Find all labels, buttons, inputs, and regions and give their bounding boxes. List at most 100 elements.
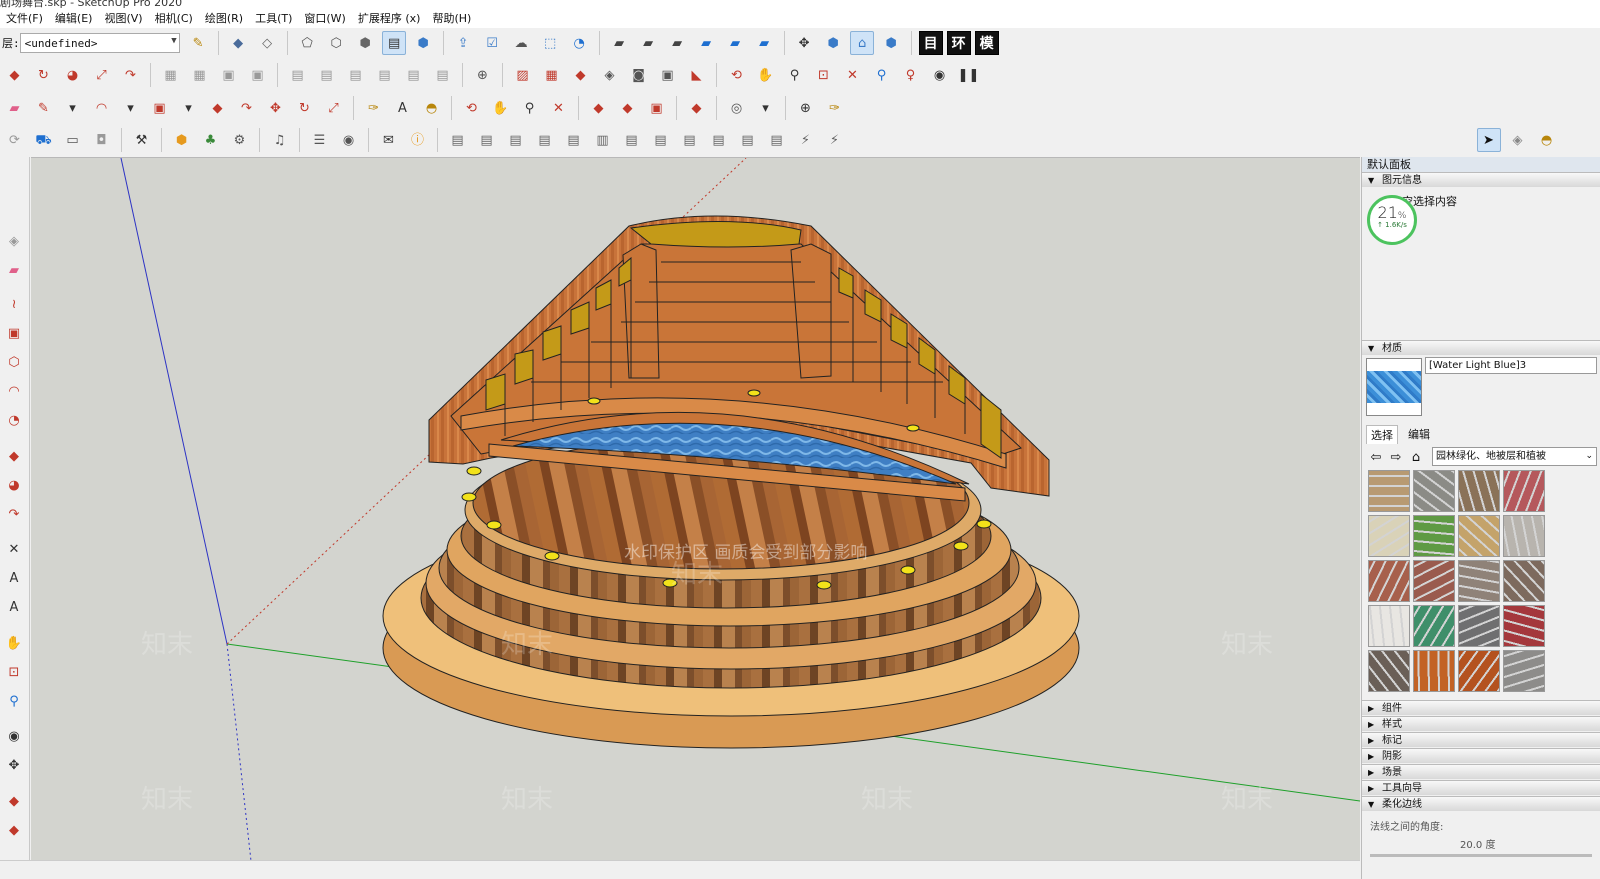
zoom-window-2-icon[interactable]: ⊡ [2,660,26,684]
solid-trim-icon[interactable]: ▰ [723,31,747,55]
zoom-icon[interactable]: ⚲ [783,63,807,87]
library-dropdown[interactable]: 园林绿化、地被层和植被 ⌄ [1432,447,1597,466]
rectangle-icon[interactable]: ▣ [148,96,172,120]
push-pull-icon[interactable]: ◆ [3,63,27,87]
menu-help[interactable]: 帮助(H) [426,10,477,26]
eraser-2-icon[interactable]: ▰ [2,258,26,282]
material-swatch[interactable] [1368,515,1410,557]
sandbox-smoove-icon[interactable]: ▣ [217,63,241,87]
polygon-icon[interactable]: ⬡ [2,350,26,374]
materials-header[interactable]: ▼ 材质 [1362,340,1600,355]
stair-tool-5-icon[interactable]: ▤ [562,128,586,152]
sandbox-from-scratch-icon[interactable]: ▦ [188,63,212,87]
sandbox-tool-icon[interactable]: ▤ [402,63,426,87]
layout-icon[interactable]: ▣ [645,96,669,120]
zoom-window-icon[interactable]: ⊡ [812,63,836,87]
move-icon[interactable]: ✥ [264,96,288,120]
make-component-icon[interactable]: ◈ [1506,128,1530,152]
style-xray-icon[interactable]: ◆ [226,31,250,55]
warehouse-icon[interactable]: ⬚ [538,31,562,55]
text-icon[interactable]: A [391,96,415,120]
tab-edit[interactable]: 编辑 [1404,425,1434,444]
follow-me-icon[interactable]: ◕ [61,63,85,87]
pencil-icon[interactable]: ✎ [32,96,56,120]
home-icon[interactable]: ⌂ [1408,449,1424,465]
ruby-2-icon[interactable]: ◆ [2,818,26,842]
material-swatch[interactable] [1413,515,1455,557]
previous-view-icon[interactable]: ⚲ [870,63,894,87]
terrain-icon[interactable]: ◆ [569,63,593,87]
text-2-icon[interactable]: A [2,566,26,590]
geo-location-icon[interactable]: ⊕ [471,63,495,87]
instructor-header[interactable]: ▶ 工具向导 [1362,780,1600,795]
shadows-header[interactable]: ▶ 阴影 [1362,748,1600,763]
gear-icon[interactable]: ⚙ [228,128,252,152]
projector-icon[interactable]: ▭ [61,128,85,152]
eraser-icon[interactable]: ▰ [3,96,27,120]
menu-tools[interactable]: 工具(T) [249,10,298,26]
zoom-extents-icon[interactable]: ✕ [841,63,865,87]
orbit-2-icon[interactable]: ⟲ [460,96,484,120]
solid-union-icon[interactable]: ▰ [665,31,689,55]
style-hidden-line-icon[interactable]: ⬡ [324,31,348,55]
menu-file[interactable]: 文件(F) [0,10,49,26]
material-swatch[interactable] [1503,470,1545,512]
chat-icon[interactable]: ✉ [377,128,401,152]
style-wireframe-icon[interactable]: ⬠ [295,31,319,55]
pie-icon[interactable]: ◔ [2,408,26,432]
advanced-camera-icon[interactable]: ◙ [627,63,651,87]
photo-texture-icon[interactable]: ◈ [598,63,622,87]
3d-text-icon[interactable]: A [2,595,26,619]
sound-icon[interactable]: ♫ [268,128,292,152]
style-shaded-textures-icon[interactable]: ▤ [382,31,407,55]
styles-header[interactable]: ▶ 样式 [1362,716,1600,731]
arc-2-icon[interactable]: ◠ [2,379,26,403]
components-header[interactable]: ▶ 组件 [1362,700,1600,715]
view-top-icon[interactable]: ⌂ [850,31,875,55]
quick-word-2[interactable]: 环 [946,31,971,55]
eye-settings-icon[interactable]: ◉ [337,128,361,152]
style-backedges-icon[interactable]: ◇ [255,31,279,55]
menu-window[interactable]: 窗口(W) [298,10,351,26]
scenes-header[interactable]: ▶ 场景 [1362,764,1600,779]
material-swatch[interactable] [1413,560,1455,602]
rectangle-dropdown-icon[interactable]: ▾ [177,96,201,120]
shield-icon[interactable]: ⬢ [170,128,194,152]
cloud-upload-icon[interactable]: ☁ [509,31,533,55]
scale-icon[interactable]: ⤢ [90,63,114,87]
extension-warehouse-icon[interactable]: ◔ [567,31,591,55]
material-swatch[interactable] [1458,560,1500,602]
material-swatch[interactable] [1368,560,1410,602]
walk-icon[interactable]: ❚❚ [957,63,981,87]
push-pull-3-icon[interactable]: ◆ [2,444,26,468]
paint-icon[interactable]: ◓ [1535,128,1559,152]
tape-measure-icon[interactable]: ✑ [362,96,386,120]
texture-icon[interactable]: ▨ [511,63,535,87]
section-plane-icon[interactable]: ⊕ [794,96,818,120]
menu-draw[interactable]: 绘图(R) [199,10,249,26]
look-around-2-icon[interactable]: ◉ [2,724,26,748]
refresh-icon[interactable]: ⟳ [3,128,27,152]
tab-select[interactable]: 选择 [1366,425,1398,444]
stair-tool-3-icon[interactable]: ▤ [504,128,528,152]
model-viewport[interactable]: 水印保护区 画质会受到部分影响 知末 知末 知末 知末 知末 知末 知末 知末 [31,157,1360,860]
components-icon[interactable]: ◆ [616,96,640,120]
solid-subtract-icon[interactable]: ▰ [694,31,718,55]
warehouse-3-icon[interactable]: ◆ [2,789,26,813]
axes-icon[interactable]: ✥ [792,31,816,55]
info-icon[interactable]: ⓘ [406,128,430,152]
pan-3-icon[interactable]: ✋ [2,631,26,655]
grid-icon[interactable]: ▦ [540,63,564,87]
checkbox-icon[interactable]: ☑ [480,31,504,55]
material-swatch[interactable] [1368,605,1410,647]
forward-arrow-icon[interactable]: ⇨ [1388,449,1404,465]
offset-icon[interactable]: ↷ [119,63,143,87]
stair-tool-12-icon[interactable]: ▤ [765,128,789,152]
axes-2-icon[interactable]: ✥ [2,753,26,777]
menu-extensions[interactable]: 扩展程序 (x) [352,10,427,26]
zoom-previous-icon[interactable]: ⚲ [2,689,26,713]
look-around-icon[interactable]: ◉ [928,63,952,87]
camera-car-icon[interactable]: ⛟ [32,128,56,152]
stair-tool-1-icon[interactable]: ▤ [446,128,470,152]
push-pull-2-icon[interactable]: ◆ [206,96,230,120]
